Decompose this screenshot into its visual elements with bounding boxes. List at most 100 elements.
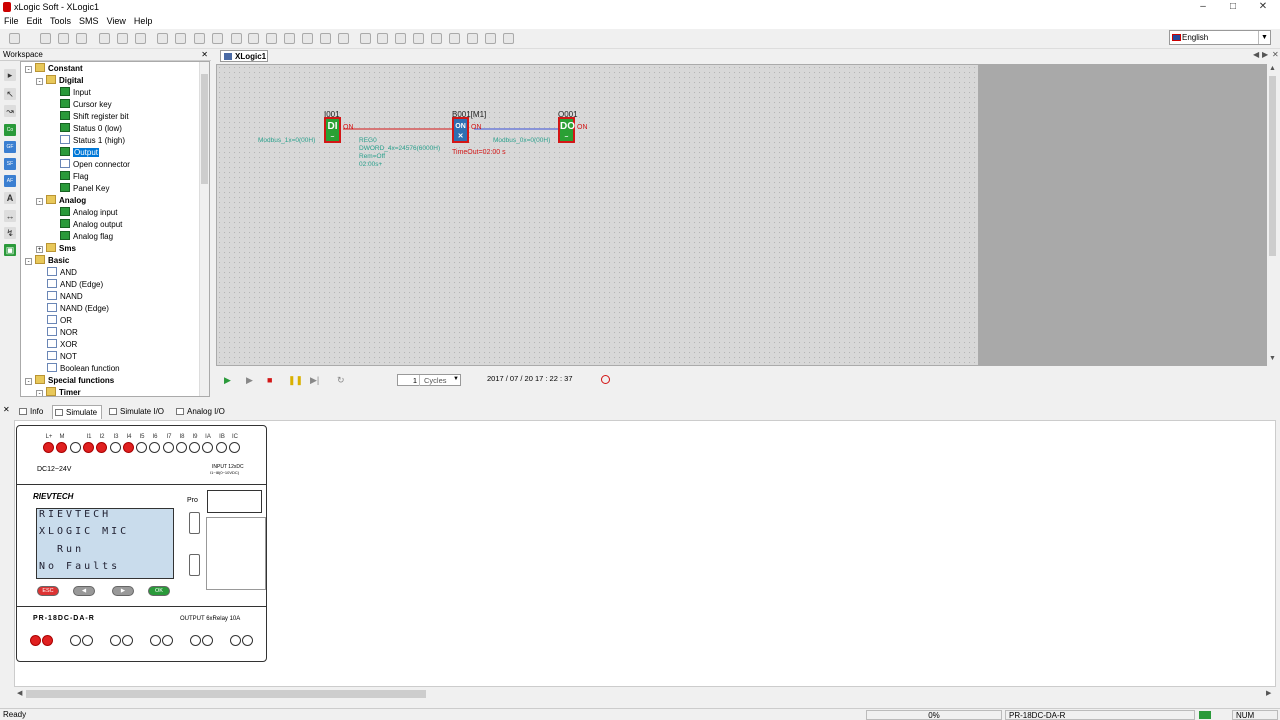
program-icon[interactable] — [360, 33, 371, 44]
save-icon[interactable] — [58, 33, 69, 44]
esc-button[interactable]: ESC — [37, 586, 59, 596]
collapse-icon[interactable]: - — [36, 78, 43, 85]
tree-analog[interactable]: - Analog — [36, 195, 86, 207]
tree-item-xor[interactable]: XOR — [47, 339, 77, 351]
language-select[interactable]: English ▼ — [1169, 30, 1271, 45]
align-left-icon[interactable] — [248, 33, 259, 44]
menu-help[interactable]: Help — [130, 15, 157, 26]
tree-constant[interactable]: - Constant — [25, 63, 83, 75]
collapse-icon[interactable]: - — [36, 198, 43, 205]
module-icon[interactable]: ▣ — [4, 244, 16, 256]
connect-icon[interactable] — [231, 33, 242, 44]
cut-wire-icon[interactable]: ↔ — [4, 210, 16, 222]
tree-item-input[interactable]: Input — [60, 87, 91, 99]
cycles-value[interactable]: 1 — [400, 375, 420, 386]
tab-analog-io[interactable]: Analog I/O — [174, 405, 232, 419]
close-tab-icon[interactable]: ✕ — [1272, 50, 1279, 59]
right-button[interactable]: ▶ — [112, 586, 134, 596]
maximize-button[interactable]: □ — [1218, 0, 1248, 15]
scroll-down-icon[interactable]: ▼ — [1269, 355, 1276, 362]
cursor-icon[interactable]: ▸ — [4, 69, 16, 81]
stop-icon[interactable] — [395, 33, 406, 44]
undo-icon[interactable] — [157, 33, 168, 44]
settings-icon[interactable] — [503, 33, 514, 44]
clock-icon[interactable] — [601, 375, 610, 384]
expand-icon[interactable]: + — [36, 246, 43, 253]
input-toggle-i7[interactable] — [163, 442, 174, 453]
block-i001[interactable]: DI ∼ — [324, 117, 341, 143]
stop-icon[interactable]: ■ — [267, 375, 272, 385]
align-middle-icon[interactable] — [302, 33, 313, 44]
open-icon[interactable] — [40, 33, 51, 44]
menu-sms[interactable]: SMS — [75, 15, 103, 26]
switch-lower[interactable] — [189, 554, 200, 576]
tree-digital[interactable]: - Digital — [36, 75, 83, 87]
input-toggle-i6[interactable] — [149, 442, 160, 453]
tab-simulate[interactable]: Simulate — [52, 405, 102, 419]
menu-view[interactable]: View — [103, 15, 130, 26]
tree-scrollbar[interactable] — [199, 62, 209, 396]
pause-icon[interactable]: ❚❚ — [288, 375, 303, 386]
tree-item-analog-flag[interactable]: Analog flag — [60, 231, 113, 243]
collapse-icon[interactable]: - — [25, 378, 32, 385]
tree-item-shift-register-bit[interactable]: Shift register bit — [60, 111, 129, 123]
input-toggle-ic[interactable] — [229, 442, 240, 453]
tree-item-flag[interactable]: Flag — [60, 171, 89, 183]
paste-icon[interactable] — [135, 33, 146, 44]
collapse-icon[interactable]: - — [25, 258, 32, 265]
tree-item-boolean-function[interactable]: Boolean function — [47, 363, 120, 375]
input-toggle-i3[interactable] — [110, 442, 121, 453]
close-window-button[interactable]: ✕ — [1248, 0, 1278, 15]
input-toggle-i5[interactable] — [136, 442, 147, 453]
tab-xlogic1[interactable]: XLogic1 — [220, 50, 268, 62]
tree-item-status-0[interactable]: Status 0 (low) — [60, 123, 122, 135]
upload-icon[interactable] — [431, 33, 442, 44]
collapse-icon[interactable]: - — [36, 390, 43, 396]
save-all-icon[interactable] — [76, 33, 87, 44]
scroll-left-icon[interactable]: ◀ — [17, 689, 22, 697]
input-toggle-i8[interactable] — [176, 442, 187, 453]
run-icon[interactable] — [377, 33, 388, 44]
switch-upper[interactable] — [189, 512, 200, 534]
scroll-thumb[interactable] — [1269, 76, 1276, 256]
input-toggle-i1[interactable] — [83, 442, 94, 453]
new-icon[interactable] — [9, 33, 20, 44]
delete-connection-icon[interactable] — [338, 33, 349, 44]
tree-item-panel-key[interactable]: Panel Key — [60, 183, 109, 195]
tab-prev-icon[interactable]: ◀ — [1253, 50, 1259, 59]
tab-info[interactable]: Info — [17, 405, 51, 419]
align-top-icon[interactable] — [284, 33, 295, 44]
input-toggle-i9[interactable] — [189, 442, 200, 453]
sim-run-icon[interactable]: ▶ — [224, 375, 231, 386]
scroll-up-icon[interactable]: ▲ — [1269, 65, 1276, 72]
tree-item-not[interactable]: NOT — [47, 351, 77, 363]
block-q001[interactable]: DO ∼ — [558, 117, 575, 143]
copy-icon[interactable] — [117, 33, 128, 44]
tree-timer[interactable]: - Timer — [36, 387, 81, 396]
align-center-icon[interactable] — [266, 33, 277, 44]
tree-item-nor[interactable]: NOR — [47, 327, 78, 339]
tree-item-output[interactable]: Output — [60, 147, 100, 159]
input-toggle-ia[interactable] — [202, 442, 213, 453]
minimize-button[interactable]: – — [1188, 0, 1218, 15]
collapse-icon[interactable]: - — [25, 66, 32, 73]
menu-edit[interactable]: Edit — [23, 15, 47, 26]
input-toggle-ib[interactable] — [216, 442, 227, 453]
search-icon[interactable] — [413, 33, 424, 44]
step-icon[interactable]: ▶| — [310, 375, 319, 386]
tree-item-or[interactable]: OR — [47, 315, 72, 327]
canvas-vertical-scrollbar[interactable]: ▲ ▼ — [1267, 64, 1278, 366]
tree-item-nand-edge[interactable]: NAND (Edge) — [47, 303, 109, 315]
tree-item-open-connector[interactable]: Open connector — [60, 159, 130, 171]
tree-item-nand[interactable]: NAND — [47, 291, 83, 303]
sf-icon[interactable]: SF — [4, 158, 16, 170]
tree-item-analog-input[interactable]: Analog input — [60, 207, 117, 219]
tree-special-functions[interactable]: - Special functions — [25, 375, 114, 387]
wire-icon[interactable]: ↝ — [4, 105, 16, 117]
align-bottom-icon[interactable] — [320, 33, 331, 44]
menu-tools[interactable]: Tools — [46, 15, 75, 26]
tree-sms[interactable]: + Sms — [36, 243, 76, 255]
chevron-down-icon[interactable]: ▼ — [1258, 31, 1270, 44]
zoom-in-icon[interactable] — [194, 33, 205, 44]
tree-item-status-1[interactable]: Status 1 (high) — [60, 135, 125, 147]
